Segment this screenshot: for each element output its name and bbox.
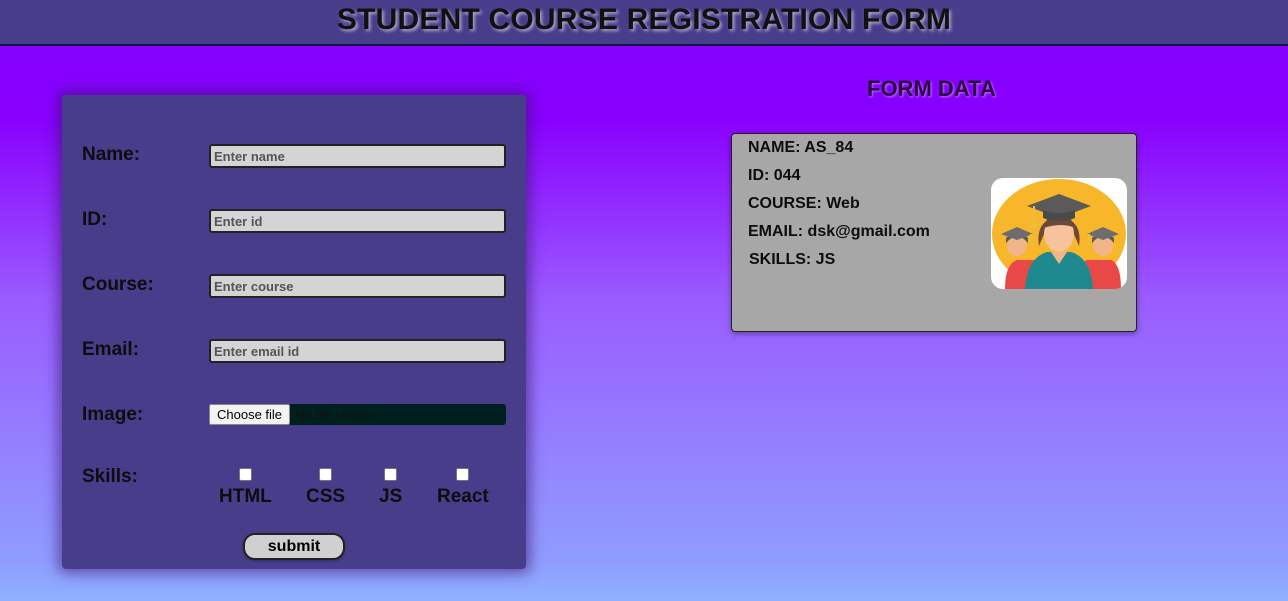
course-label: Course: [82, 274, 154, 295]
email-input[interactable] [209, 339, 506, 363]
form-data-title: FORM DATA [867, 76, 996, 101]
page-title: STUDENT COURSE REGISTRATION FORM [336, 3, 952, 36]
choose-file-button[interactable]: Choose file [209, 404, 291, 425]
skill-react-checkbox[interactable] [456, 468, 470, 481]
graduates-avatar-icon [991, 178, 1127, 289]
file-status-text: No file chosen [295, 407, 378, 422]
data-course-value: COURSE: Web [748, 195, 860, 212]
data-name-value: NAME: AS_84 [748, 139, 854, 156]
skill-css-label: CSS [306, 486, 346, 507]
email-label: Email: [82, 339, 140, 360]
data-email-value: EMAIL: dsk@gmail.com [748, 223, 930, 240]
name-label: Name: [82, 144, 141, 165]
skill-js-checkbox[interactable] [384, 468, 398, 481]
submit-button[interactable]: submit [243, 533, 345, 560]
skill-html-checkbox[interactable] [238, 468, 252, 481]
skill-react: React [437, 468, 489, 508]
image-file-input[interactable]: Choose file No file chosen [209, 404, 506, 425]
data-skills-value: SKILLS: JS [749, 251, 836, 268]
skill-js-label: JS [379, 486, 403, 507]
skill-html: HTML [219, 468, 272, 508]
page-header: STUDENT COURSE REGISTRATION FORM [0, 0, 1288, 46]
skill-css-checkbox[interactable] [319, 468, 333, 481]
skill-css: CSS [306, 468, 345, 508]
image-label: Image: [82, 404, 144, 425]
registration-form: Name: ID: Course: Email: Image: Choose f… [62, 95, 526, 569]
skill-html-label: HTML [219, 486, 272, 507]
form-data-card: NAME: AS_84 ID: 044 COURSE: Web EMAIL: d… [731, 133, 1137, 332]
course-input[interactable] [209, 274, 506, 298]
id-input[interactable] [209, 209, 506, 233]
id-label: ID: [82, 209, 108, 230]
skill-js: JS [379, 468, 402, 508]
data-id-value: ID: 044 [748, 167, 801, 184]
skills-label: Skills: [82, 466, 138, 487]
name-input[interactable] [209, 144, 506, 168]
skill-react-label: React [437, 486, 489, 507]
